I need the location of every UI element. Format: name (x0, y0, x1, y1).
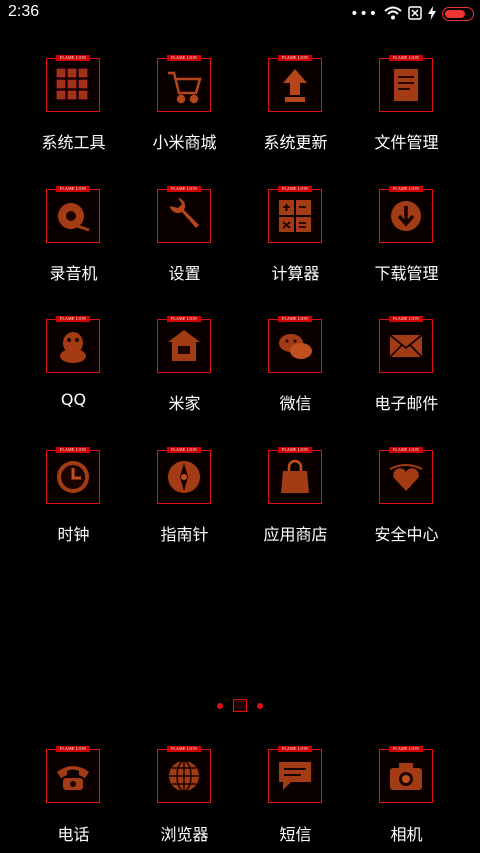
no-sim-icon (408, 5, 422, 24)
heart-shield-icon (379, 450, 433, 504)
brand-tag: FLAME LION (167, 746, 201, 752)
app-wrench[interactable]: FLAME LION 设置 (129, 186, 240, 283)
compass-icon (157, 450, 211, 504)
app-label: 米家 (168, 394, 201, 413)
folder-grid-icon (46, 58, 100, 112)
app-penguin[interactable]: FLAME LION QQ (18, 316, 129, 412)
shopping-cart-icon (157, 58, 211, 112)
app-compass[interactable]: FLAME LION 指南针 (129, 447, 240, 544)
app-label: 应用商店 (263, 525, 328, 544)
download-icon (379, 189, 433, 243)
app-label: 电子邮件 (374, 394, 439, 413)
home-page-icon[interactable] (233, 699, 247, 712)
brand-tag: FLAME LION (167, 55, 201, 61)
brand-tag: FLAME LION (56, 447, 90, 453)
page-dot[interactable] (217, 703, 223, 709)
app-clock[interactable]: FLAME LION 时钟 (18, 447, 129, 544)
app-folder-grid[interactable]: FLAME LION 系统工具 (18, 55, 129, 152)
app-label: 微信 (279, 394, 312, 413)
brand-tag: FLAME LION (278, 186, 312, 192)
calculator-icon (268, 189, 322, 243)
tape-recorder-icon (46, 189, 100, 243)
brand-tag: FLAME LION (56, 186, 90, 192)
brand-tag: FLAME LION (167, 316, 201, 322)
wrench-icon (157, 189, 211, 243)
app-bag[interactable]: FLAME LION 应用商店 (240, 447, 351, 544)
clock-icon (46, 450, 100, 504)
brand-tag: FLAME LION (167, 186, 201, 192)
app-label: 设置 (168, 264, 201, 283)
app-label: QQ (60, 390, 87, 409)
bag-icon (268, 450, 322, 504)
app-heart-shield[interactable]: FLAME LION 安全中心 (351, 447, 462, 544)
app-label: 时钟 (57, 525, 90, 544)
brand-tag: FLAME LION (389, 746, 423, 752)
app-label: 电话 (57, 825, 90, 844)
app-tape-recorder[interactable]: FLAME LION 录音机 (18, 186, 129, 283)
app-home[interactable]: FLAME LION 米家 (129, 316, 240, 413)
chat-bubbles-icon (268, 319, 322, 373)
message-icon (268, 749, 322, 803)
app-label: 短信 (279, 825, 312, 844)
app-globe[interactable]: FLAME LION 浏览器 (129, 746, 240, 844)
app-label: 系统更新 (263, 133, 328, 152)
brand-tag: FLAME LION (56, 55, 90, 61)
brand-tag: FLAME LION (56, 316, 90, 322)
app-label: 下载管理 (374, 264, 439, 283)
app-label: 小米商城 (152, 133, 217, 152)
brand-tag: FLAME LION (278, 447, 312, 453)
app-file[interactable]: FLAME LION 文件管理 (351, 55, 462, 152)
brand-tag: FLAME LION (389, 55, 423, 61)
brand-tag: FLAME LION (389, 186, 423, 192)
clock-time: 2:36 (8, 3, 40, 20)
app-phone[interactable]: FLAME LION 电话 (18, 746, 129, 844)
camera-icon (379, 749, 433, 803)
status-bar: 2:36 ••• (0, 0, 480, 28)
home-icon (157, 319, 211, 373)
more-dots-icon: ••• (350, 6, 378, 22)
app-label: 计算器 (271, 264, 320, 283)
brand-tag: FLAME LION (278, 316, 312, 322)
arrow-up-icon (268, 58, 322, 112)
app-label: 文件管理 (374, 133, 439, 152)
app-label: 安全中心 (374, 525, 439, 544)
app-envelope[interactable]: FLAME LION 电子邮件 (351, 316, 462, 413)
app-calculator[interactable]: FLAME LION 计算器 (240, 186, 351, 283)
app-label: 浏览器 (160, 825, 209, 844)
app-shopping-cart[interactable]: FLAME LION 小米商城 (129, 55, 240, 152)
app-label: 系统工具 (41, 133, 106, 152)
app-download[interactable]: FLAME LION 下载管理 (351, 186, 462, 283)
app-chat-bubbles[interactable]: FLAME LION 微信 (240, 316, 351, 413)
envelope-icon (379, 319, 433, 373)
brand-tag: FLAME LION (278, 746, 312, 752)
brand-tag: FLAME LION (389, 316, 423, 322)
wifi-icon (384, 5, 402, 24)
brand-tag: FLAME LION (278, 55, 312, 61)
app-label: 录音机 (49, 264, 98, 283)
page-indicator (0, 699, 480, 713)
brand-tag: FLAME LION (167, 447, 201, 453)
app-label: 指南针 (160, 525, 209, 544)
app-camera[interactable]: FLAME LION 相机 (351, 746, 462, 844)
penguin-icon (46, 319, 100, 373)
battery-icon (442, 7, 474, 21)
status-icons: ••• (350, 4, 474, 24)
file-icon (379, 58, 433, 112)
app-message[interactable]: FLAME LION 短信 (240, 746, 351, 844)
charging-bolt-icon (428, 5, 436, 24)
app-arrow-up[interactable]: FLAME LION 系统更新 (240, 55, 351, 152)
app-label: 相机 (390, 825, 423, 844)
page-dot[interactable] (257, 703, 263, 709)
phone-icon (46, 749, 100, 803)
globe-icon (157, 749, 211, 803)
brand-tag: FLAME LION (389, 447, 423, 453)
brand-tag: FLAME LION (56, 746, 90, 752)
